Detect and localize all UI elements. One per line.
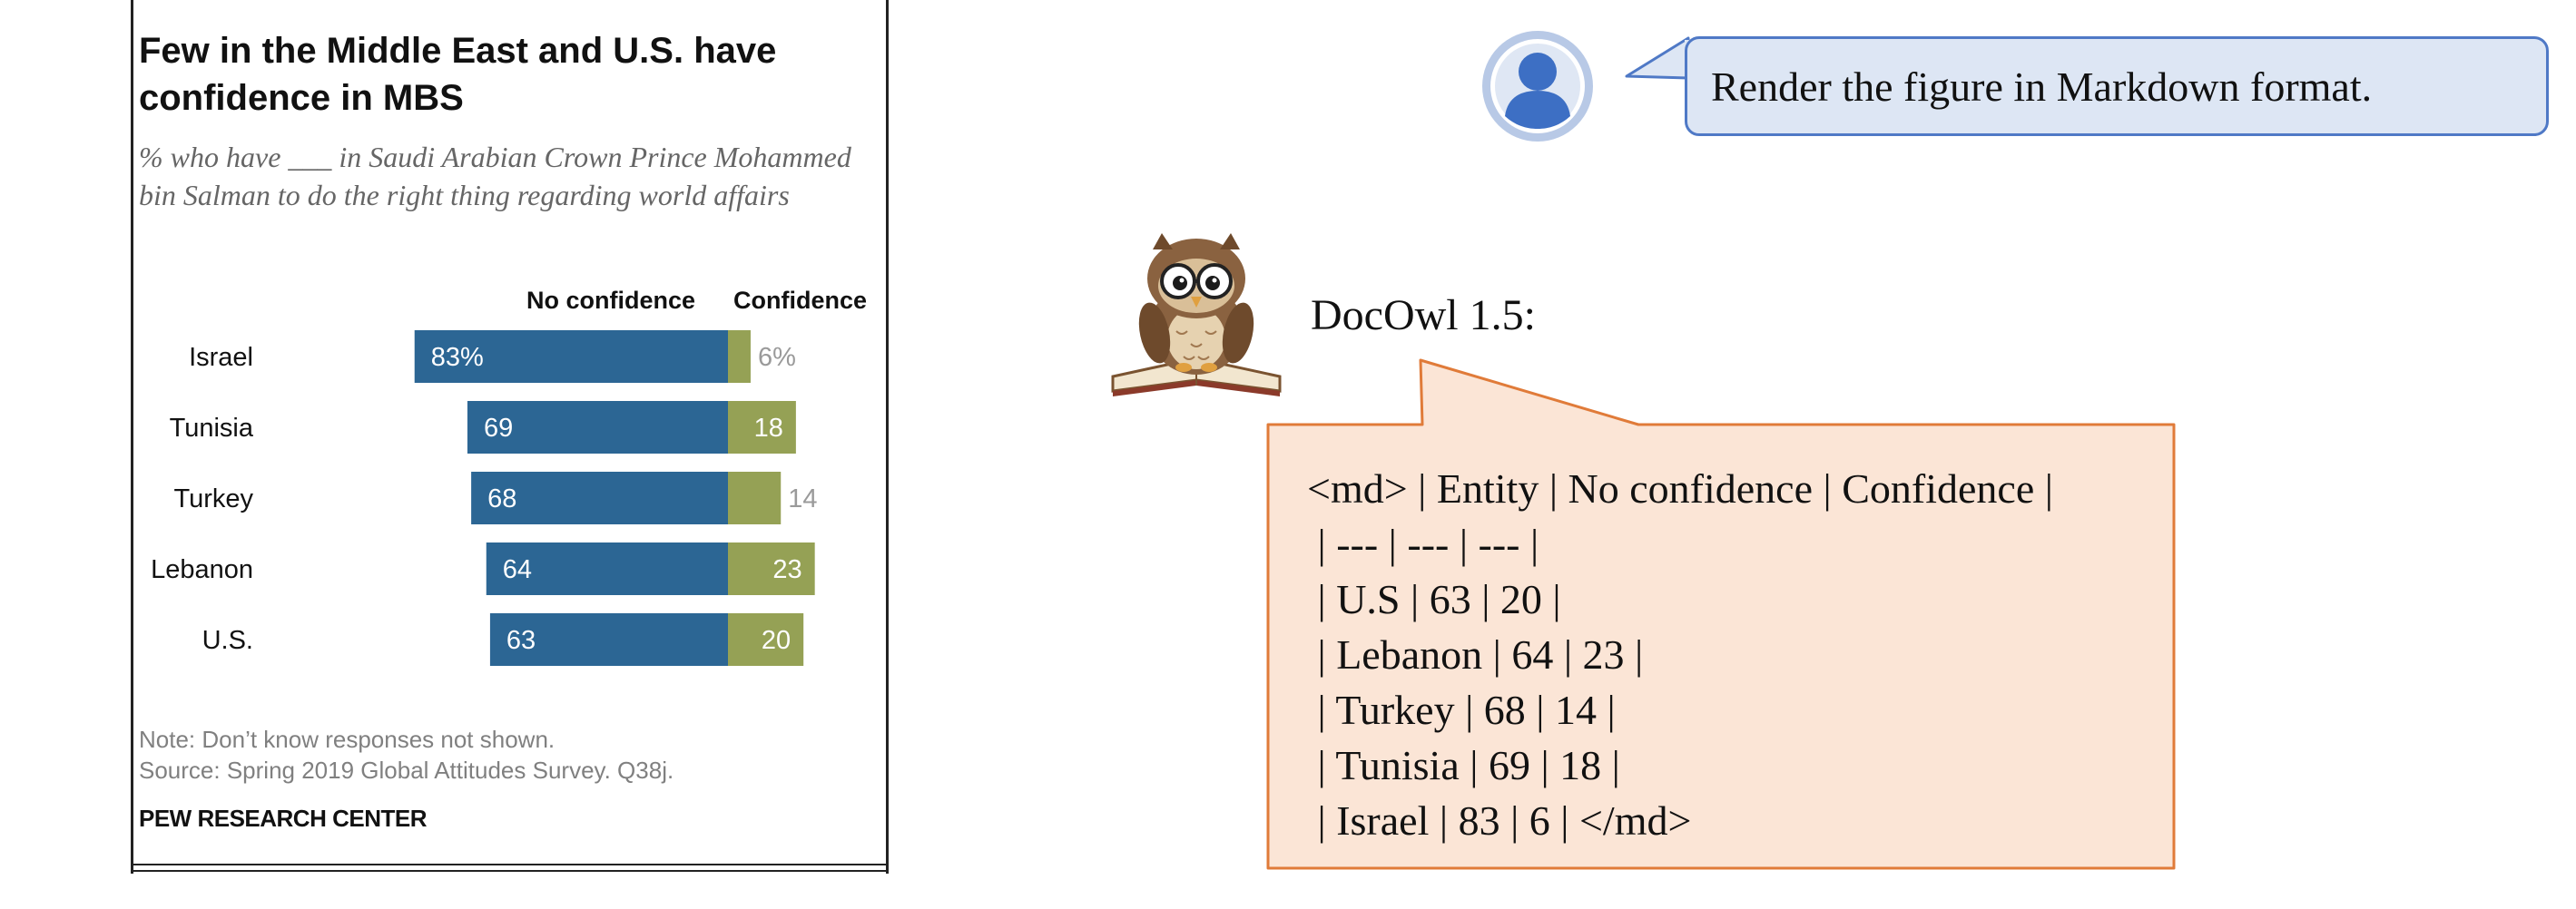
bar-confidence <box>728 472 782 524</box>
data-label-no-confidence: 68 <box>487 484 516 513</box>
legend-confidence: Confidence <box>733 287 867 314</box>
data-label-confidence: 18 <box>754 414 783 443</box>
markdown-line: | Tunisia | 69 | 18 | <box>1307 742 1620 788</box>
owl-icon <box>1111 233 1282 396</box>
bar-confidence <box>728 330 751 383</box>
chart-subtitle: % who have ___ in Saudi Arabian Crown Pr… <box>139 141 851 211</box>
category-label: Turkey <box>173 484 253 513</box>
brand-logo-text: PEW RESEARCH CENTER <box>139 805 427 832</box>
markdown-line: <md> | Entity | No confidence | Confiden… <box>1307 465 2053 512</box>
markdown-line: | U.S | 63 | 20 | <box>1307 576 1561 622</box>
user-icon <box>1490 39 1585 133</box>
chart-bottom-rule <box>133 870 886 872</box>
data-label-no-confidence: 63 <box>506 626 536 655</box>
category-label: Israel <box>189 343 253 372</box>
data-label-no-confidence: 64 <box>503 555 532 584</box>
markdown-line: | --- | --- | --- | <box>1307 521 1539 567</box>
user-message-bubble: Render the figure in Markdown format. <box>1685 36 2549 136</box>
legend-no-confidence: No confidence <box>526 287 695 314</box>
data-label-no-confidence: 69 <box>484 414 513 443</box>
data-label-confidence: 23 <box>772 555 801 584</box>
category-label: Lebanon <box>151 555 253 584</box>
category-label: Tunisia <box>170 414 254 443</box>
user-avatar <box>1482 31 1593 142</box>
markdown-line: | Lebanon | 64 | 23 | <box>1307 631 1644 678</box>
data-label-no-confidence: 83% <box>431 343 484 372</box>
user-message-text: Render the figure in Markdown format. <box>1711 63 2373 110</box>
markdown-line: | Israel | 83 | 6 | </md> <box>1307 797 1692 844</box>
data-label-confidence: 6% <box>758 343 796 372</box>
chart-card: Few in the Middle East and U.S. have con… <box>131 0 889 874</box>
data-label-confidence: 14 <box>788 484 817 513</box>
assistant-name: DocOwl 1.5: <box>1311 291 1536 339</box>
chart-title: Few in the Middle East and U.S. have con… <box>139 31 777 118</box>
assistant-message-text: <md> | Entity | No confidence | Confiden… <box>1307 461 2160 848</box>
chart-source: Source: Spring 2019 Global Attitudes Sur… <box>139 757 674 784</box>
diverging-bar-chart: No confidence Confidence Israel 83% 6% Tunisi… <box>151 287 867 666</box>
category-label: U.S. <box>202 626 253 655</box>
chart-note: Note: Don’t know responses not shown. <box>139 726 556 753</box>
markdown-line: | Turkey | 68 | 14 | <box>1307 687 1616 733</box>
data-label-confidence: 20 <box>762 626 791 655</box>
chart-bottom-rule <box>133 864 886 865</box>
